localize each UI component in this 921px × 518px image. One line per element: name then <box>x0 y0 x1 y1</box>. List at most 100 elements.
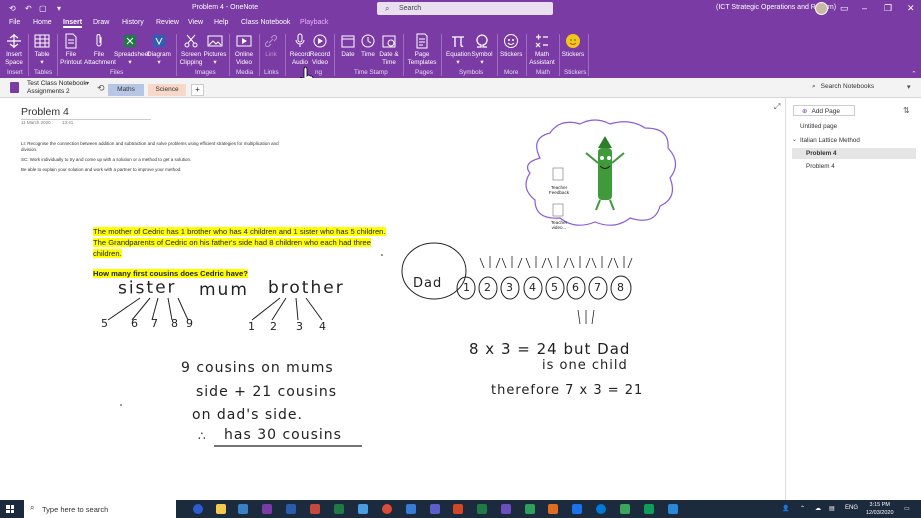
back-arrow-icon[interactable]: ⟲ <box>97 83 105 94</box>
record-video-button[interactable]: Record Video <box>308 33 332 66</box>
spreadsheet-button[interactable]: Spreadsheet ▾ <box>114 33 150 66</box>
people-icon[interactable]: 👤 <box>782 505 789 512</box>
time-button[interactable]: Time <box>358 33 378 59</box>
chevron-down-icon[interactable]: ▾ <box>907 83 911 91</box>
ink-dad: Dad <box>413 276 443 291</box>
pictures-button[interactable]: Pictures ▾ <box>203 33 227 66</box>
sort-icon[interactable]: ⇅ <box>903 106 910 115</box>
chrome-icon[interactable] <box>382 504 392 514</box>
group-symbols: Symbols <box>459 69 484 76</box>
chevron-down-icon[interactable]: ▾ <box>86 80 89 87</box>
symbol-button[interactable]: Symbol ▾ <box>470 33 494 66</box>
date-button[interactable]: Date <box>338 33 358 59</box>
app-icon[interactable] <box>358 504 368 514</box>
file-printout-button[interactable]: File Printout <box>58 33 84 66</box>
app-icon[interactable] <box>644 504 654 514</box>
page-item-untitled[interactable]: Untitled page <box>800 123 837 130</box>
sticky-note-icon[interactable]: ▢ <box>39 4 47 13</box>
edge-icon[interactable] <box>193 504 203 514</box>
ribbon-display-icon[interactable]: ▭ <box>840 3 849 14</box>
ink-sister: sister <box>117 277 177 299</box>
stickers-more-label: Stickers <box>500 51 523 58</box>
chevron-up-icon[interactable]: ⌃ <box>800 505 805 512</box>
link-button[interactable]: Link <box>261 33 281 59</box>
app-icon[interactable] <box>596 504 606 514</box>
language-indicator[interactable]: ENG <box>845 505 858 511</box>
excel-icon[interactable] <box>477 504 487 514</box>
app-icon[interactable] <box>406 504 416 514</box>
equation-button[interactable]: Equation ▾ <box>446 33 471 66</box>
app-icon[interactable] <box>620 504 630 514</box>
tab-insert[interactable]: Insert <box>63 19 83 28</box>
tab-review[interactable]: Review <box>156 19 179 26</box>
section-tab-maths[interactable]: Maths <box>108 84 144 96</box>
page-templates-button[interactable]: Page Templates <box>406 33 438 66</box>
undo-icon[interactable]: ↶ <box>25 4 32 13</box>
collapse-ribbon-icon[interactable]: ⌃ <box>911 70 917 78</box>
insert-space-button[interactable]: Insert Space <box>4 33 24 66</box>
back-icon[interactable]: ⟲ <box>9 4 16 13</box>
add-page-label: Add Page <box>811 108 841 115</box>
page-item-problem-4[interactable]: Problem 4 <box>806 163 835 170</box>
close-icon[interactable]: ✕ <box>907 3 915 14</box>
search-notebooks[interactable]: ⌕ Search Notebooks <box>812 83 874 91</box>
app-icon[interactable] <box>334 504 344 514</box>
avatar[interactable] <box>815 2 828 15</box>
app-icon[interactable] <box>501 504 511 514</box>
network-icon[interactable]: ▤ <box>829 505 835 512</box>
file-explorer-icon[interactable] <box>216 504 226 514</box>
ink-drawing[interactable] <box>0 98 784 500</box>
powerpoint-icon[interactable] <box>453 504 463 514</box>
outlook-icon[interactable] <box>238 504 248 514</box>
app-icon[interactable] <box>572 504 582 514</box>
app-icon[interactable] <box>548 504 558 514</box>
table-button[interactable]: Table ▾ <box>32 33 52 66</box>
online-video-label: Online Video <box>234 51 254 66</box>
add-section-button[interactable]: + <box>191 84 204 96</box>
group-tables: Tables <box>34 69 53 76</box>
app-icon[interactable] <box>525 504 535 514</box>
app-icon[interactable] <box>668 504 678 514</box>
table-label: Table <box>34 51 50 58</box>
tab-help[interactable]: Help <box>214 19 228 26</box>
stickers-button[interactable]: Stickers <box>561 33 585 59</box>
teams-icon[interactable] <box>430 504 440 514</box>
system-clock[interactable]: 3:15 PM 12/03/2020 <box>866 501 894 517</box>
stickers-more-button[interactable]: Stickers <box>500 33 522 59</box>
diagram-button[interactable]: Diagram ▾ <box>146 33 172 66</box>
ink-circle-num: 8 <box>617 281 624 294</box>
minimize-icon[interactable]: – <box>862 3 867 13</box>
file-printout-icon <box>65 33 77 49</box>
tab-history[interactable]: History <box>122 19 144 26</box>
customize-quick-access-icon[interactable]: ▾ <box>57 4 61 13</box>
tab-view[interactable]: View <box>188 19 203 26</box>
notebook-name[interactable]: Test Class Notebook <box>27 80 87 87</box>
tab-file[interactable]: File <box>9 19 20 26</box>
taskbar-search[interactable]: ⌕ Type here to search <box>24 500 176 518</box>
ink-equation-2: is one child <box>542 358 628 373</box>
chevron-down-icon[interactable]: ⌄ <box>792 136 797 143</box>
tab-playback[interactable]: Playback <box>300 19 328 26</box>
tab-class-notebook[interactable]: Class Notebook <box>241 19 290 26</box>
tab-home[interactable]: Home <box>33 19 52 26</box>
date-time-button[interactable]: Date & Time <box>378 33 400 66</box>
notifications-icon[interactable]: ▭ <box>904 505 910 512</box>
file-attachment-button[interactable]: File Attachment <box>84 33 116 66</box>
app-icon[interactable] <box>310 504 320 514</box>
add-page-button[interactable]: ⊕ Add Page <box>793 105 855 116</box>
screen-clipping-button[interactable]: Screen Clipping <box>177 33 205 66</box>
section-tab-science[interactable]: Science <box>148 84 186 96</box>
tab-draw[interactable]: Draw <box>93 19 109 26</box>
word-icon[interactable] <box>286 504 296 514</box>
maximize-icon[interactable]: ❐ <box>884 3 892 14</box>
page-canvas[interactable]: Problem 4 11 March 2020 13:41 LI: Recogn… <box>0 98 784 500</box>
page-item-italian-lattice[interactable]: Italian Lattice Method <box>800 137 860 144</box>
online-video-button[interactable]: Online Video <box>231 33 257 66</box>
ink-num: 5 <box>101 317 108 330</box>
cloud-icon[interactable]: ☁ <box>815 505 821 512</box>
onenote-icon[interactable] <box>262 504 272 514</box>
page-item-problem-4-selected[interactable]: Problem 4 <box>792 148 916 159</box>
search-box[interactable]: ⌕ Search <box>377 2 553 15</box>
windows-start-icon[interactable] <box>6 505 14 513</box>
math-assistant-button[interactable]: Math Assistant <box>528 33 556 66</box>
